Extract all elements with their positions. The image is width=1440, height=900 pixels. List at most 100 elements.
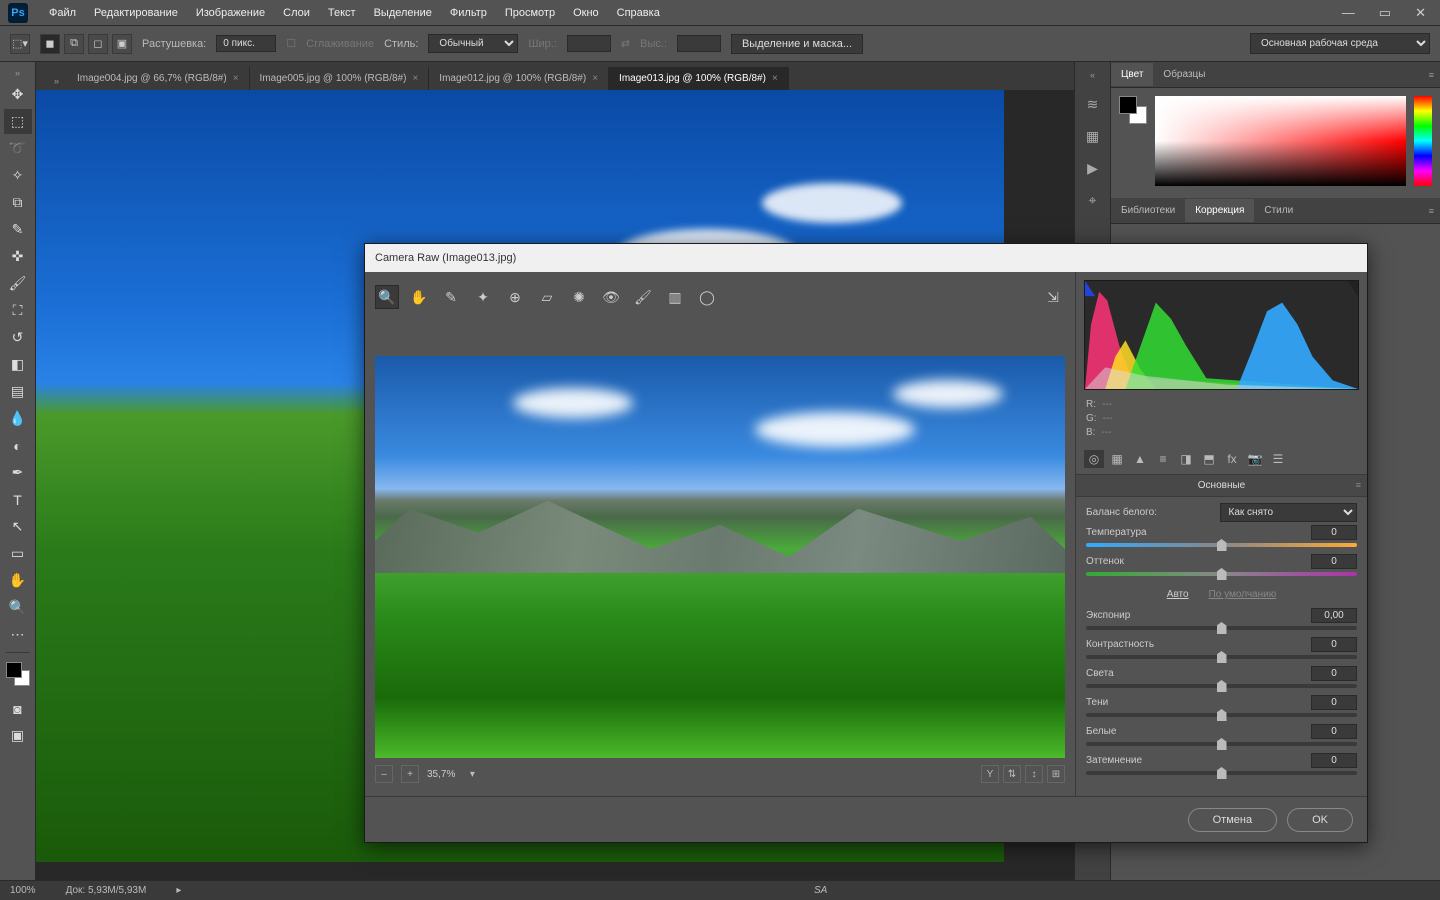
doc-tab-1[interactable]: Image005.jpg @ 100% (RGB/8#)× (250, 67, 430, 90)
doc-tab-3[interactable]: Image013.jpg @ 100% (RGB/8#)× (609, 67, 789, 90)
menu-filter[interactable]: Фильтр (441, 3, 496, 23)
auto-link[interactable]: Авто (1167, 589, 1189, 600)
selection-subtract-icon[interactable]: ◻ (88, 34, 108, 54)
path-selection-tool[interactable]: ↖ (4, 514, 32, 539)
tab-swatches[interactable]: Образцы (1153, 63, 1215, 86)
history-panel-icon[interactable]: ≋ (1081, 92, 1105, 116)
menu-file[interactable]: Файл (40, 3, 85, 23)
maximize-button[interactable]: ▭ (1373, 3, 1397, 23)
cr-wb-tool-icon[interactable]: ✎ (439, 285, 463, 309)
tab-color[interactable]: Цвет (1111, 63, 1153, 86)
shape-tool[interactable]: ▭ (4, 541, 32, 566)
tab-styles[interactable]: Стили (1254, 199, 1303, 222)
tool-preset-picker[interactable]: ⬚▾ (10, 34, 30, 54)
pen-tool[interactable]: ✒ (4, 460, 32, 485)
split-tab-icon[interactable]: ◨ (1176, 450, 1196, 468)
cr-spot-removal-icon[interactable]: ✺ (567, 285, 591, 309)
menu-edit[interactable]: Редактирование (85, 3, 187, 23)
doc-tab-0[interactable]: Image004.jpg @ 66,7% (RGB/8#)× (67, 67, 250, 90)
navigator-panel-icon[interactable]: ⌖ (1081, 188, 1105, 212)
default-link[interactable]: По умолчанию (1209, 589, 1277, 600)
temperature-slider[interactable] (1086, 543, 1357, 547)
shadows-value[interactable] (1311, 695, 1357, 710)
lasso-tool[interactable]: ➰ (4, 136, 32, 161)
menu-view[interactable]: Просмотр (496, 3, 564, 23)
foreground-color-swatch[interactable] (6, 662, 22, 678)
menu-type[interactable]: Текст (319, 3, 365, 23)
cr-adjustment-brush-icon[interactable]: 🖌 (631, 285, 655, 309)
cr-transform-tool-icon[interactable]: ▱ (535, 285, 559, 309)
cr-graduated-filter-icon[interactable]: ▥ (663, 285, 687, 309)
hand-tool[interactable]: ✋ (4, 568, 32, 593)
dialog-titlebar[interactable]: Camera Raw (Image013.jpg) (365, 244, 1367, 272)
eyedropper-tool[interactable]: ✎ (4, 217, 32, 242)
highlights-value[interactable] (1311, 666, 1357, 681)
tabbar-chevron-icon[interactable]: » (46, 72, 67, 90)
cr-copy-icon[interactable]: ↕ (1025, 765, 1043, 783)
histogram[interactable] (1084, 280, 1359, 390)
marquee-tool[interactable]: ⬚ (4, 109, 32, 134)
contrast-value[interactable] (1311, 637, 1357, 652)
close-button[interactable]: ✕ (1409, 3, 1432, 23)
close-icon[interactable]: × (412, 73, 418, 84)
blacks-value[interactable] (1311, 753, 1357, 768)
hsl-tab-icon[interactable]: ≡ (1153, 450, 1173, 468)
presets-tab-icon[interactable]: ☰ (1268, 450, 1288, 468)
chevron-down-icon[interactable]: ▾ (463, 765, 481, 783)
select-and-mask-button[interactable]: Выделение и маска... (731, 34, 863, 54)
properties-panel-icon[interactable]: ▦ (1081, 124, 1105, 148)
panel-menu-icon[interactable]: ≡ (1356, 480, 1361, 490)
doc-tab-2[interactable]: Image012.jpg @ 100% (RGB/8#)× (429, 67, 609, 90)
cr-zoom-value[interactable]: 35,7% (427, 769, 455, 780)
panel-swatches[interactable] (1119, 96, 1147, 124)
blacks-slider[interactable] (1086, 771, 1357, 775)
status-doc-size[interactable]: Док: 5,93M/5,93M (66, 885, 147, 896)
tab-adjustments[interactable]: Коррекция (1185, 199, 1254, 222)
panel-fg-swatch[interactable] (1119, 96, 1137, 114)
type-tool[interactable]: T (4, 487, 32, 512)
magic-wand-tool[interactable]: ✧ (4, 163, 32, 188)
status-zoom[interactable]: 100% (10, 885, 36, 896)
slider-thumb[interactable] (1217, 767, 1227, 779)
cr-zoom-tool-icon[interactable]: 🔍 (375, 285, 399, 309)
dodge-tool[interactable]: ◐ (4, 433, 32, 458)
detail-tab-icon[interactable]: ▲ (1130, 450, 1150, 468)
slider-thumb[interactable] (1217, 709, 1227, 721)
slider-thumb[interactable] (1217, 622, 1227, 634)
brush-tool[interactable]: 🖌 (4, 271, 32, 296)
minimize-button[interactable]: — (1336, 3, 1361, 23)
cr-zoom-out-icon[interactable]: – (375, 765, 393, 783)
actions-panel-icon[interactable]: ▶ (1081, 156, 1105, 180)
expand-dock-icon[interactable]: « (1090, 70, 1095, 80)
cr-hand-tool-icon[interactable]: ✋ (407, 285, 431, 309)
history-brush-tool[interactable]: ↺ (4, 325, 32, 350)
exposure-value[interactable] (1311, 608, 1357, 623)
cr-swap-icon[interactable]: ⇅ (1003, 765, 1021, 783)
gradient-tool[interactable]: ▤ (4, 379, 32, 404)
cr-target-adjust-icon[interactable]: ⊕ (503, 285, 527, 309)
menu-image[interactable]: Изображение (187, 3, 274, 23)
slider-thumb[interactable] (1217, 651, 1227, 663)
fx-tab-icon[interactable]: fx (1222, 450, 1242, 468)
tab-libraries[interactable]: Библиотеки (1111, 199, 1185, 222)
close-icon[interactable]: × (592, 73, 598, 84)
hue-strip[interactable] (1414, 96, 1432, 186)
panel-menu-icon[interactable]: ≡ (1423, 206, 1440, 216)
cr-color-sampler-icon[interactable]: ✦ (471, 285, 495, 309)
slider-thumb[interactable] (1217, 738, 1227, 750)
color-field[interactable] (1155, 96, 1406, 186)
lens-tab-icon[interactable]: ⬒ (1199, 450, 1219, 468)
selection-intersect-icon[interactable]: ▣ (112, 34, 132, 54)
slider-thumb[interactable] (1217, 680, 1227, 692)
whites-value[interactable] (1311, 724, 1357, 739)
slider-thumb[interactable] (1217, 568, 1227, 580)
menu-help[interactable]: Справка (608, 3, 669, 23)
cr-preview-image[interactable] (375, 356, 1065, 758)
temperature-value[interactable] (1311, 525, 1357, 540)
exposure-slider[interactable] (1086, 626, 1357, 630)
menu-layers[interactable]: Слои (274, 3, 319, 23)
edit-toolbar[interactable]: ⋯ (4, 622, 32, 647)
calibrate-tab-icon[interactable]: 📷 (1245, 450, 1265, 468)
highlights-slider[interactable] (1086, 684, 1357, 688)
slider-thumb[interactable] (1217, 539, 1227, 551)
